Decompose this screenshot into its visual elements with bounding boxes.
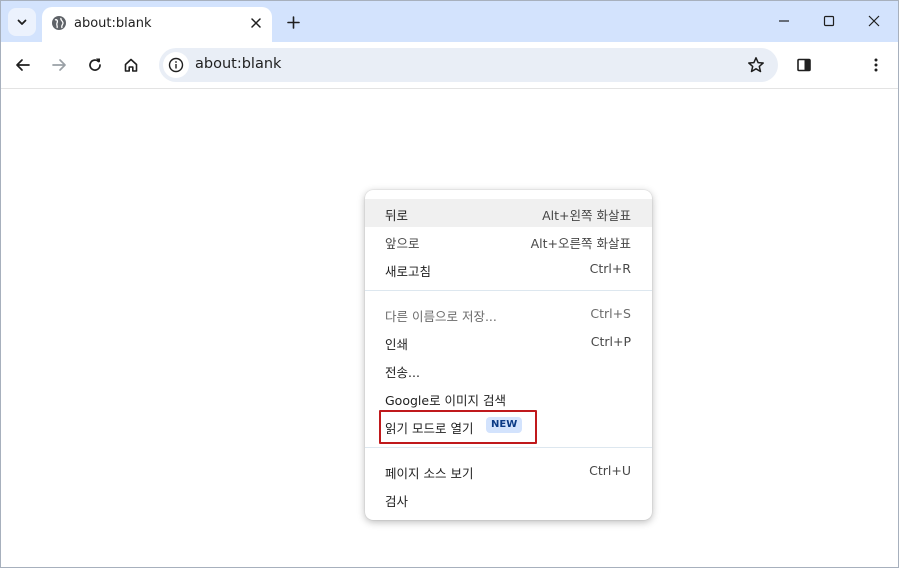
side-panel-button[interactable]: [789, 50, 819, 80]
chrome-menu-button[interactable]: [861, 50, 891, 80]
bookmark-button[interactable]: [744, 53, 768, 77]
menu-item-forward[interactable]: 앞으로 Alt+오른쪽 화살표: [365, 227, 652, 255]
tab-strip: about:blank: [1, 1, 898, 42]
site-info-button[interactable]: [163, 52, 189, 78]
new-tab-button[interactable]: [281, 10, 305, 34]
address-bar[interactable]: about:blank: [159, 48, 778, 82]
menu-item-label: 인쇄: [385, 337, 409, 352]
menu-separator: [365, 447, 652, 448]
toolbar: about:blank: [1, 42, 898, 89]
chevron-down-icon: [17, 19, 27, 25]
reload-icon: [89, 58, 101, 71]
arrow-left-icon: [16, 59, 30, 71]
minimize-button[interactable]: [762, 4, 806, 38]
close-icon: [868, 15, 880, 27]
globe-icon: [52, 16, 66, 30]
url-text[interactable]: about:blank: [195, 56, 281, 72]
menu-separator: [365, 290, 652, 291]
menu-item-shortcut: Ctrl+U: [589, 463, 631, 478]
menu-item-view-source[interactable]: 페이지 소스 보기 Ctrl+U: [365, 457, 652, 485]
back-button[interactable]: [8, 50, 38, 80]
menu-item-google-image-search[interactable]: Google로 이미지 검색: [365, 384, 652, 412]
info-icon: [168, 57, 184, 73]
menu-item-shortcut: Alt+왼쪽 화살표: [542, 208, 631, 223]
maximize-button[interactable]: [807, 4, 851, 38]
browser-window: about:blank about:blank 뒤로 Alt+왼쪽 화살표 앞으…: [0, 0, 899, 568]
menu-item-label: Google로 이미지 검색: [385, 393, 507, 408]
menu-item-label: 검사: [385, 494, 409, 509]
menu-item-back[interactable]: 뒤로 Alt+왼쪽 화살표: [365, 199, 652, 227]
context-menu: 뒤로 Alt+왼쪽 화살표 앞으로 Alt+오른쪽 화살표 새로고침 Ctrl+…: [365, 190, 652, 520]
tab-title: about:blank: [74, 16, 152, 31]
menu-item-reload[interactable]: 새로고침 Ctrl+R: [365, 255, 652, 283]
maximize-icon: [823, 15, 835, 27]
menu-item-print[interactable]: 인쇄 Ctrl+P: [365, 328, 652, 356]
menu-item-shortcut: Ctrl+R: [589, 261, 631, 276]
menu-item-shortcut: Alt+오른쪽 화살표: [530, 236, 631, 251]
side-panel-icon: [797, 58, 811, 72]
menu-item-save-as[interactable]: 다른 이름으로 저장... Ctrl+S: [365, 300, 652, 328]
minimize-icon: [779, 20, 789, 22]
home-button[interactable]: [116, 50, 146, 80]
menu-item-cast[interactable]: 전송...: [365, 356, 652, 384]
menu-item-shortcut: Ctrl+S: [590, 306, 631, 321]
menu-item-shortcut: Ctrl+P: [590, 334, 631, 349]
reload-button[interactable]: [80, 50, 110, 80]
home-icon: [124, 58, 138, 72]
plus-icon: [286, 15, 300, 29]
tab-close-button[interactable]: [246, 13, 266, 33]
menu-item-label: 새로고침: [385, 264, 432, 279]
menu-item-label: 뒤로: [385, 208, 409, 223]
close-window-button[interactable]: [852, 4, 896, 38]
forward-button[interactable]: [44, 50, 74, 80]
star-icon: [748, 57, 764, 73]
close-icon: [251, 18, 261, 28]
highlight-annotation-box: [379, 410, 537, 444]
arrow-right-icon: [52, 59, 66, 71]
menu-item-label: 앞으로: [385, 236, 420, 251]
active-tab[interactable]: about:blank: [42, 7, 272, 42]
menu-item-label: 페이지 소스 보기: [385, 466, 474, 481]
kebab-menu-icon: [874, 58, 878, 72]
menu-item-label: 다른 이름으로 저장...: [385, 309, 497, 324]
tab-search-button[interactable]: [8, 8, 36, 36]
menu-item-label: 전송...: [385, 365, 420, 380]
menu-item-inspect[interactable]: 검사: [365, 485, 652, 513]
